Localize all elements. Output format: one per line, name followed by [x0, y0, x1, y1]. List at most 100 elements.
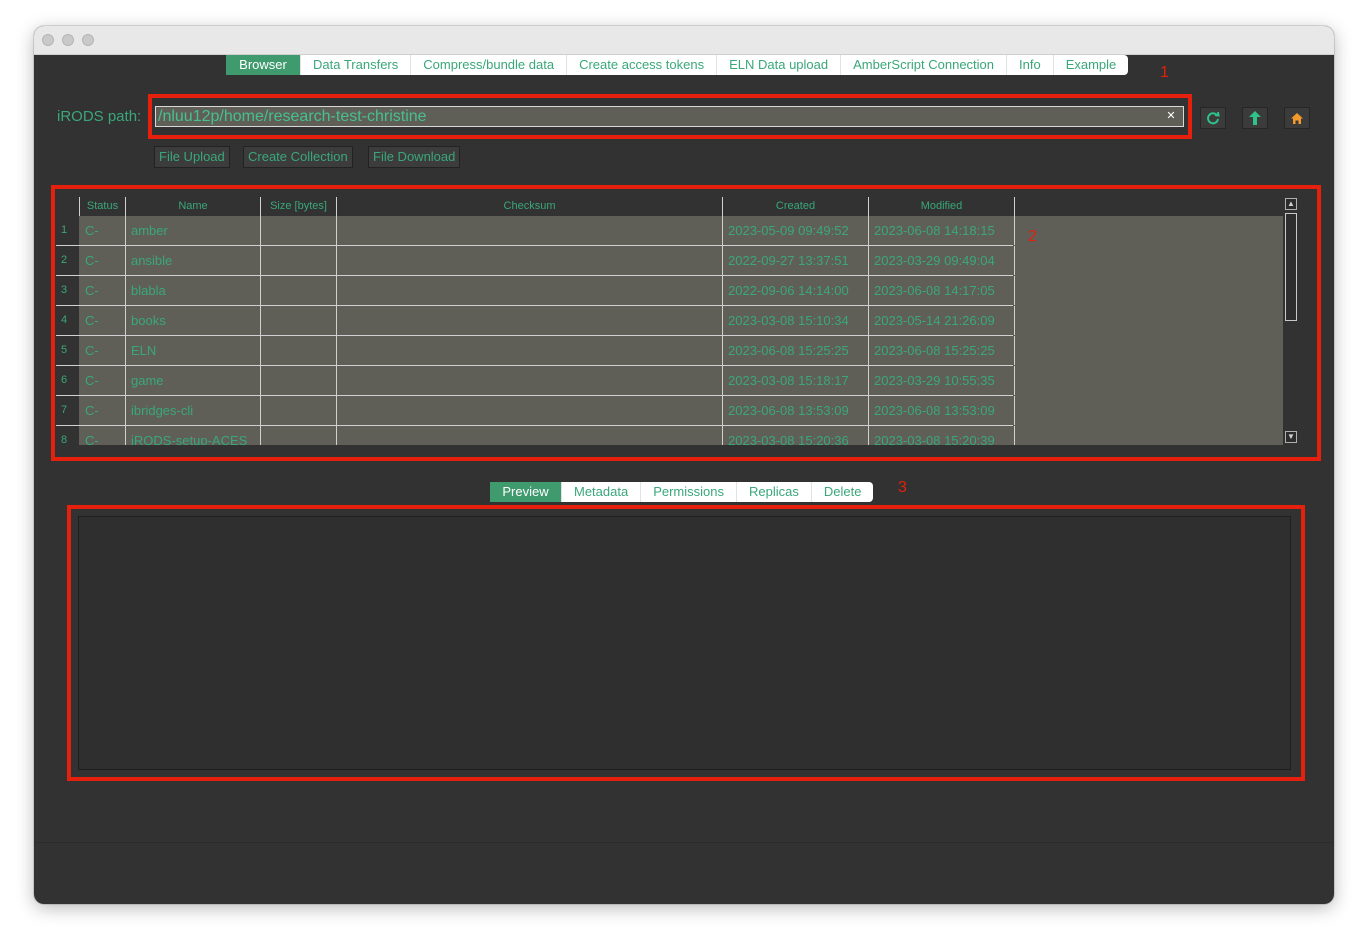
file-download-button[interactable]: File Download: [368, 146, 461, 168]
cell-size: [261, 246, 337, 275]
cell-created: 2022-09-27 13:37:51: [723, 246, 869, 275]
column-checksum[interactable]: Checksum: [337, 197, 723, 216]
cell-checksum: [337, 306, 723, 335]
column-name[interactable]: Name: [126, 197, 261, 216]
cell-checksum: [337, 336, 723, 365]
column-created[interactable]: Created: [723, 197, 869, 216]
cell-modified: 2023-03-29 09:49:04: [869, 246, 1015, 275]
parent-folder-button[interactable]: [1242, 107, 1268, 129]
column-status[interactable]: Status: [80, 197, 126, 216]
table-row[interactable]: 4 C-books 2023-03-08 15:10:34 2023-05-14 21…: [56, 306, 1015, 336]
cell-created: 2023-03-08 15:18:17: [723, 366, 869, 395]
create-collection-button[interactable]: Create Collection: [243, 146, 353, 168]
annotation-label-3: 3: [898, 479, 907, 496]
row-number: 4: [56, 306, 79, 335]
cell-checksum: [337, 426, 723, 445]
cell-created: 2023-03-08 15:10:34: [723, 306, 869, 335]
tab-data-transfers[interactable]: Data Transfers: [301, 55, 412, 75]
table-row[interactable]: 8 C-iRODS-setup-ACES 2023-03-08 15:20:36 20…: [56, 426, 1015, 445]
tab-info[interactable]: Info: [1007, 55, 1054, 75]
cell-created: 2022-09-06 14:14:00: [723, 276, 869, 305]
up-arrow-icon: [1249, 111, 1261, 125]
maximize-window-button[interactable]: [82, 34, 94, 46]
cell-created: 2023-05-09 09:49:52: [723, 216, 869, 245]
cell-status: C-: [80, 366, 126, 395]
cell-name: game: [126, 366, 261, 395]
cell-checksum: [337, 246, 723, 275]
row-number: 8: [56, 426, 79, 445]
row-number: 5: [56, 336, 79, 365]
tab-permissions[interactable]: Permissions: [641, 482, 737, 502]
collection-table[interactable]: Status Name Size [bytes] Checksum Create…: [56, 197, 1299, 445]
refresh-icon: [1207, 111, 1220, 125]
cell-status: C-: [80, 336, 126, 365]
cell-status: C-: [80, 246, 126, 275]
home-button[interactable]: [1284, 107, 1310, 129]
tab-compress-bundle[interactable]: Compress/bundle data: [411, 55, 568, 75]
table-scrollbar[interactable]: ▲ ▼: [1283, 197, 1299, 445]
cell-name: ibridges-cli: [126, 396, 261, 425]
cell-size: [261, 306, 337, 335]
close-window-button[interactable]: [42, 34, 54, 46]
scroll-up-icon[interactable]: ▲: [1285, 198, 1297, 210]
table-row[interactable]: 3 C-blabla 2022-09-06 14:14:00 2023-06-08 1…: [56, 276, 1015, 306]
row-number: 1: [56, 216, 79, 245]
minimize-window-button[interactable]: [62, 34, 74, 46]
tab-amberscript[interactable]: AmberScript Connection: [841, 55, 1008, 75]
tab-eln-upload[interactable]: ELN Data upload: [717, 55, 842, 75]
cell-modified: 2023-06-08 14:17:05: [869, 276, 1015, 305]
cell-modified: 2023-05-14 21:26:09: [869, 306, 1015, 335]
cell-name: amber: [126, 216, 261, 245]
file-upload-button[interactable]: File Upload: [154, 146, 230, 168]
cell-modified: 2023-06-08 14:18:15: [869, 216, 1015, 245]
cell-created: 2023-03-08 15:20:36: [723, 426, 869, 445]
tab-metadata[interactable]: Metadata: [562, 482, 642, 502]
table-row[interactable]: 2 C-ansible 2022-09-27 13:37:51 2023-03-29 …: [56, 246, 1015, 276]
column-size[interactable]: Size [bytes]: [261, 197, 337, 216]
cell-modified: 2023-06-08 15:25:25: [869, 336, 1015, 365]
cell-name: ansible: [126, 246, 261, 275]
cell-size: [261, 336, 337, 365]
table-row[interactable]: 1 C-amber 2023-05-09 09:49:52 2023-06-08 14…: [56, 216, 1015, 246]
cell-created: 2023-06-08 15:25:25: [723, 336, 869, 365]
column-modified[interactable]: Modified: [869, 197, 1015, 216]
cell-name: iRODS-setup-ACES: [126, 426, 261, 445]
cell-name: blabla: [126, 276, 261, 305]
tab-preview[interactable]: Preview: [490, 482, 562, 502]
cell-size: [261, 426, 337, 445]
scrollbar-thumb[interactable]: [1285, 213, 1297, 321]
row-number-header: [56, 197, 80, 216]
cell-modified: 2023-06-08 13:53:09: [869, 396, 1015, 425]
app-window: Browser Data Transfers Compress/bundle d…: [34, 26, 1334, 904]
row-number: 2: [56, 246, 79, 275]
cell-checksum: [337, 216, 723, 245]
tab-replicas[interactable]: Replicas: [737, 482, 812, 502]
tab-browser[interactable]: Browser: [226, 55, 301, 75]
tab-example[interactable]: Example: [1054, 55, 1129, 75]
table-row[interactable]: 5 C- ELN 2023-06-08 15:25:25 2023-06-08 15:2…: [56, 336, 1015, 366]
tab-access-tokens[interactable]: Create access tokens: [567, 55, 718, 75]
table-row[interactable]: 6 C-game 2023-03-08 15:18:17 2023-03-29 10:…: [56, 366, 1015, 396]
irods-path-input[interactable]: /nluu12p/home/research-test-christine ✕: [155, 106, 1184, 127]
detail-tab-bar: Preview Metadata Permissions Replicas De…: [490, 482, 874, 502]
row-number: 6: [56, 366, 79, 395]
tab-delete[interactable]: Delete: [812, 482, 874, 502]
annotation-label-2: 2: [1028, 228, 1037, 245]
cell-modified: 2023-03-29 10:55:35: [869, 366, 1015, 395]
cell-status: C-: [80, 276, 126, 305]
cell-checksum: [337, 276, 723, 305]
scroll-down-icon[interactable]: ▼: [1285, 431, 1297, 443]
row-number: 3: [56, 276, 79, 305]
table-row[interactable]: 7 C-ibridges-cli 2023-06-08 13:53:09 2023-0…: [56, 396, 1015, 426]
cell-size: [261, 396, 337, 425]
clear-icon[interactable]: ✕: [1165, 110, 1177, 122]
cell-name: ELN: [126, 336, 261, 365]
cell-status: C-: [80, 216, 126, 245]
title-bar: [34, 26, 1334, 55]
cell-status: C-: [80, 306, 126, 335]
refresh-button[interactable]: [1200, 107, 1226, 129]
status-divider: [34, 842, 1334, 843]
table-header: Status Name Size [bytes] Checksum Create…: [56, 197, 1299, 216]
cell-checksum: [337, 366, 723, 395]
cell-status: C-: [80, 426, 126, 445]
